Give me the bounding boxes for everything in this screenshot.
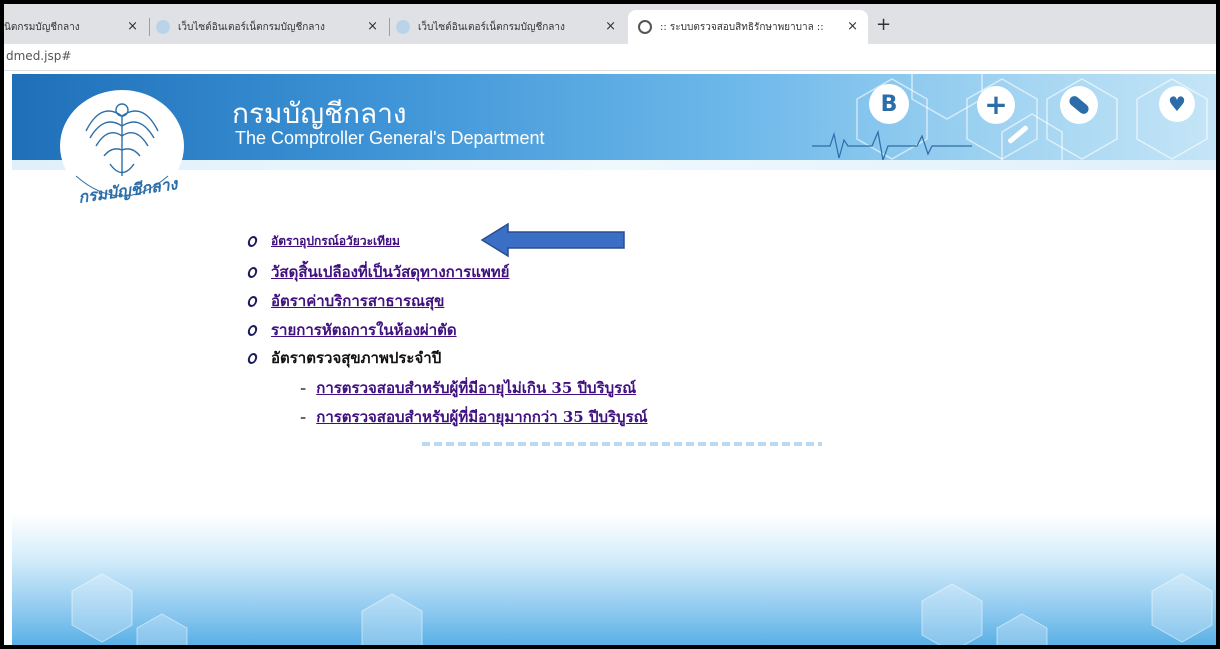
menu-link[interactable]: รายการหัตถการในห้องผ่าตัด [271, 318, 457, 342]
menu-link[interactable]: วัสดุสิ้นเปลืองที่เป็นวัสดุทางการแพทย์ [271, 260, 509, 284]
pill-icon [1060, 86, 1098, 124]
hexagon-pattern-icon [812, 74, 1208, 169]
menu-item-medical-supplies[interactable]: วัสดุสิ้นเปลืองที่เป็นวัสดุทางการแพทย์ [246, 260, 509, 284]
menu-item-surgical-procedures[interactable]: รายการหัตถการในห้องผ่าตัด [246, 318, 457, 342]
footer-banner [12, 514, 1216, 645]
sub-item-under-35[interactable]: - การตรวจสอบสำหรับผู้ที่มีอายุไม่เกิน 35 … [300, 376, 636, 400]
menu-heading: อัตราตรวจสุขภาพประจำปี [271, 349, 442, 367]
sub-link[interactable]: การตรวจสอบสำหรับผู้ที่มีอายุไม่เกิน 35 ป… [316, 379, 636, 397]
dash-text: - [300, 408, 307, 426]
bullet-icon [246, 266, 259, 278]
tab-title: :: ระบบตรวจสอบสิทธิรักษาพยาบาล :: [660, 21, 824, 33]
bullet-icon [246, 324, 259, 336]
website-favicon-icon [396, 20, 410, 34]
url-text: dmed.jsp# [6, 49, 72, 63]
browser-window: นิตกรมบัญชีกลาง × เว็บไซต์อินเตอร์เน็ตกร… [4, 4, 1216, 645]
dash-text: - [300, 379, 307, 397]
tab-1[interactable]: นิตกรมบัญชีกลาง × [4, 10, 148, 44]
bitcoin-icon: B [869, 84, 909, 124]
tab-title: เว็บไซต์อินเตอร์เน็ตกรมบัญชีกลาง [178, 21, 325, 33]
menu-link[interactable]: อัตราค่าบริการสาธารณสุข [271, 289, 444, 313]
sub-item-over-35[interactable]: - การตรวจสอบสำหรับผู้ที่มีอายุมากกว่า 35 … [300, 405, 648, 429]
left-arrow-icon [480, 222, 625, 258]
globe-icon [638, 20, 652, 34]
close-tab-icon[interactable]: × [367, 19, 378, 34]
footer-hexagon-pattern-icon [71, 573, 1213, 645]
tab-separator [149, 18, 150, 36]
bullet-icon [246, 236, 259, 247]
tab-active[interactable]: :: ระบบตรวจสอบสิทธิรักษาพยาบาล :: × [628, 10, 868, 44]
bullet-icon [246, 352, 259, 364]
medical-cross-icon: + [977, 86, 1015, 124]
menu-item-public-health-rates[interactable]: อัตราค่าบริการสาธารณสุข [246, 289, 444, 313]
tab-title: เว็บไซต์อินเตอร์เน็ตกรมบัญชีกลาง [418, 21, 565, 33]
close-tab-icon[interactable]: × [847, 19, 858, 34]
menu-link[interactable]: อัตราอุปกรณ์อวัยวะเทียม [271, 232, 400, 251]
menu-item-annual-checkup: อัตราตรวจสุขภาพประจำปี [246, 346, 442, 370]
heart-pulse-icon: ♥ [1159, 86, 1195, 122]
tab-separator [389, 18, 390, 36]
sub-link[interactable]: การตรวจสอบสำหรับผู้ที่มีอายุมากกว่า 35 ป… [316, 408, 647, 426]
address-bar[interactable]: dmed.jsp# [4, 44, 1216, 71]
website-favicon-icon [156, 20, 170, 34]
close-tab-icon[interactable]: × [605, 19, 616, 34]
site-title-english: The Comptroller General's Department [235, 128, 545, 148]
tab-bar: นิตกรมบัญชีกลาง × เว็บไซต์อินเตอร์เน็ตกร… [4, 4, 1216, 44]
tab-3[interactable]: เว็บไซต์อินเตอร์เน็ตกรมบัญชีกลาง × [396, 10, 626, 44]
web-page: B + ♥ กรมบัญชีกลาง The Comptroller Gener… [12, 74, 1216, 645]
dotted-divider [422, 442, 822, 446]
close-tab-icon[interactable]: × [127, 19, 138, 34]
menu-item-prosthetics[interactable]: อัตราอุปกรณ์อวัยวะเทียม [246, 232, 400, 251]
tab-2[interactable]: เว็บไซต์อินเตอร์เน็ตกรมบัญชีกลาง × [156, 10, 388, 44]
tab-title: นิตกรมบัญชีกลาง [4, 21, 80, 33]
bullet-icon [246, 295, 259, 307]
new-tab-button[interactable]: + [876, 14, 891, 35]
